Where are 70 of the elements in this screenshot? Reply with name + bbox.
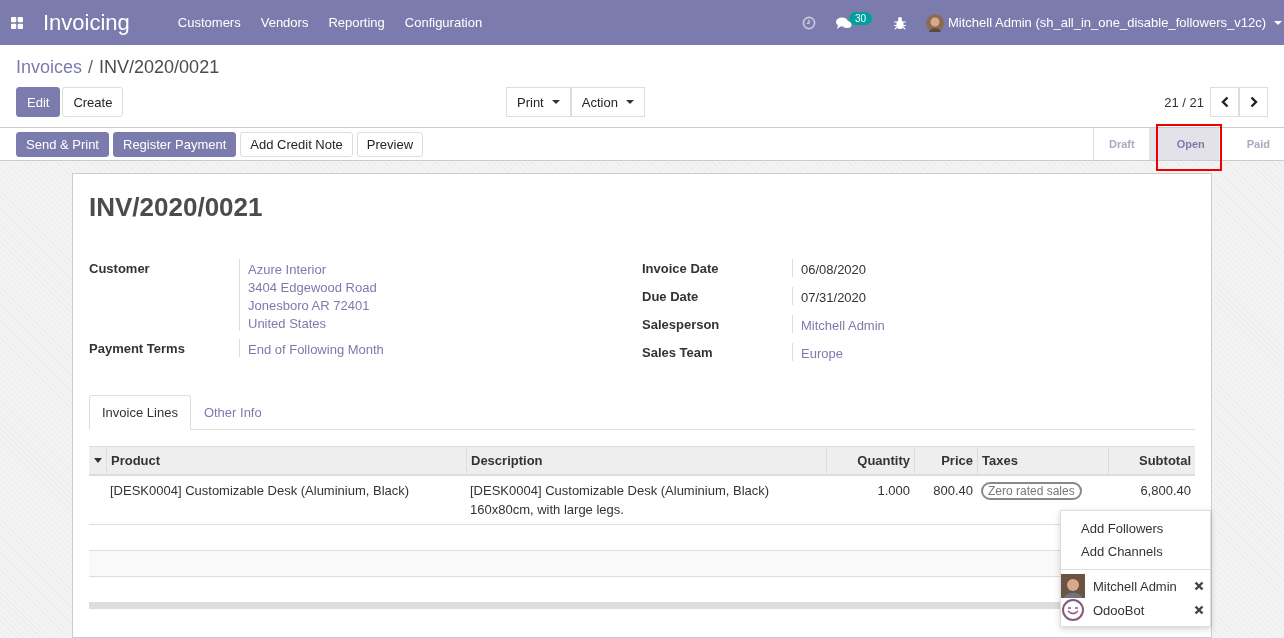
field-value: 06/08/2020 [801,262,867,277]
field-label: Customer [89,260,151,278]
nav-menu-item[interactable]: Customers [177,15,241,30]
column-header[interactable]: Price [914,447,977,474]
app-name[interactable]: Invoicing [43,9,130,36]
tab[interactable]: Invoice Lines [89,395,191,430]
tab[interactable]: Other Info [190,395,275,430]
table-cell-text: 1.000 [876,482,911,500]
previous-button[interactable] [1210,87,1239,117]
user-menu[interactable]: Mitchell Admin (sh_all_in_one_disable_followers_v12c) [948,15,1266,30]
table-cell-text: [DESK0004] Customizable Desk (Aluminium, Black) 160x80cm, with large legs. [469,482,771,519]
header-button[interactable]: Preview [356,131,424,157]
remove-icon[interactable] [1194,581,1204,591]
edit-button[interactable]: Edit [16,87,61,117]
table-cell-text: 800.40 [932,482,974,500]
breadcrumb-link[interactable]: Invoices [16,57,83,78]
field-value-link[interactable]: Mitchell Admin [801,318,885,333]
field-value-link[interactable]: Azure Interior [248,262,377,277]
menu-item[interactable]: Add Channels [1061,540,1210,563]
status-stage[interactable]: Open [1148,128,1219,160]
apps-menu-icon[interactable] [11,16,23,29]
follower-name[interactable]: OdooBot [1093,602,1194,618]
table-cell-text: 6,800.40 [1139,482,1192,500]
column-header[interactable]: Product [106,447,466,474]
status-stage[interactable]: Paid [1218,128,1284,160]
tax-tag: Zero rated sales [981,482,1082,500]
nav-menu-item[interactable]: Configuration [404,15,483,30]
dropdown-button[interactable]: Print [506,87,571,117]
dropdown-button[interactable]: Action [570,87,645,117]
field-label: Salesperson [642,316,721,333]
column-header[interactable]: Taxes [977,447,1108,474]
remove-icon[interactable] [1194,605,1204,615]
chevron-left-icon [1220,96,1229,108]
nav-menu-item[interactable]: Vendors [260,15,309,30]
pager-counter: 21 / 21 [1164,94,1204,110]
field-label: Due Date [642,288,700,305]
invoice-title: INV/2020/0021 [89,192,264,223]
breadcrumb-current: INV/2020/0021 [99,57,220,78]
table-cell-text: [DESK0004] Customizable Desk (Aluminium, Black) [109,482,411,500]
follower-name[interactable]: Mitchell Admin [1093,578,1194,594]
column-header[interactable]: Quantity [826,447,914,474]
sort-caret-icon[interactable] [93,458,102,463]
status-stage[interactable]: Draft [1093,128,1149,160]
message-count-badge: 30 [848,12,873,25]
header-button[interactable]: Add Credit Note [240,131,353,157]
field-value: 07/31/2020 [801,290,867,305]
field-label: Sales Team [642,344,714,361]
chat-bubbles-icon[interactable] [835,15,852,30]
field-value-link[interactable]: Europe [801,346,843,361]
field-value-link[interactable]: End of Following Month [248,342,384,357]
nav-menu-item[interactable]: Reporting [328,15,385,30]
field-value-link[interactable]: Jonesboro AR 72401 [248,298,377,313]
menu-item[interactable]: Add Followers [1061,517,1210,540]
next-button[interactable] [1239,87,1268,117]
caret-icon[interactable] [1274,20,1282,25]
header-button[interactable]: Register Payment [113,131,237,157]
field-value-link[interactable]: 3404 Edgewood Road [248,280,377,295]
person-avatar-icon [1061,574,1085,598]
field-label: Invoice Date [642,260,720,277]
clock-icon[interactable] [801,15,816,30]
field-label: Payment Terms [89,340,186,357]
create-button[interactable]: Create [62,87,124,117]
chevron-right-icon [1249,96,1258,108]
column-header[interactable]: Description [466,447,826,474]
bug-icon[interactable] [894,15,907,30]
field-value-link[interactable]: United States [248,316,377,331]
user-avatar-icon[interactable] [926,13,945,32]
breadcrumb-separator: / [88,57,94,78]
header-button[interactable]: Send & Print [16,131,109,157]
column-header[interactable]: Subtotal [1108,447,1195,474]
